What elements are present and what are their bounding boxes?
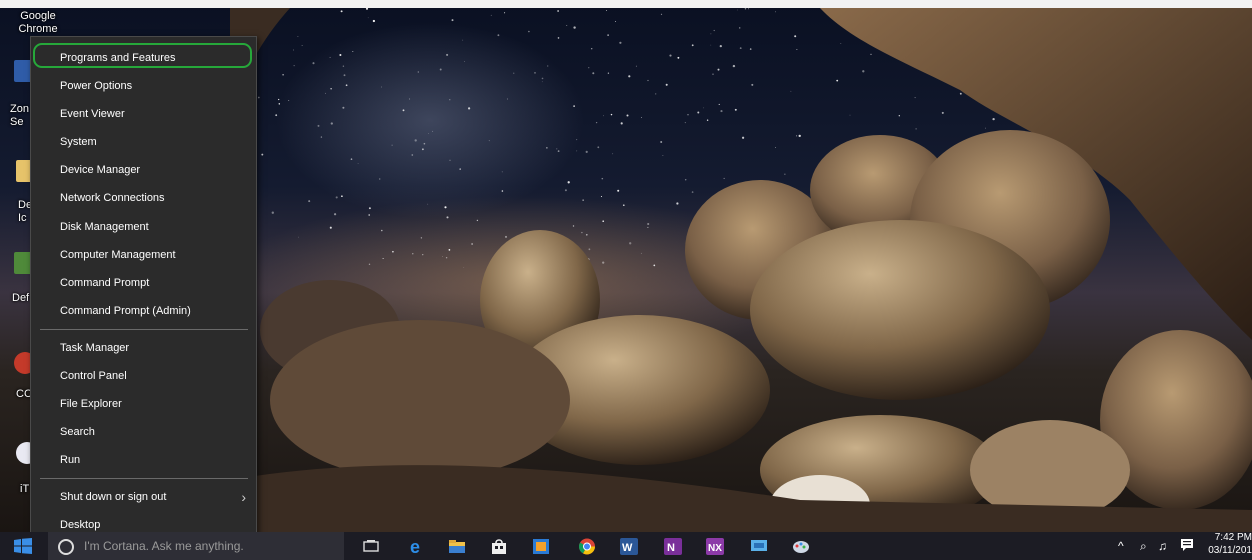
- desktop-icon-defender-label: Def: [12, 292, 30, 304]
- svg-text:N: N: [667, 542, 675, 554]
- chrome-icon[interactable]: [578, 538, 596, 555]
- file-explorer-icon[interactable]: [448, 538, 466, 555]
- menu-item-shut-down-or-sign-out[interactable]: Shut down or sign out ›: [31, 484, 256, 510]
- menu-item-command-prompt[interactable]: Command Prompt: [31, 270, 256, 296]
- chevron-right-icon: ›: [241, 489, 246, 505]
- action-center-icon[interactable]: [1180, 538, 1194, 552]
- menu-item-computer-management[interactable]: Computer Management: [31, 242, 256, 268]
- desktop-icon-zoner-label: Zon Se: [10, 103, 29, 128]
- tray-overflow-chevron-icon[interactable]: ^: [1118, 532, 1124, 560]
- menu-item-device-manager[interactable]: Device Manager: [31, 157, 256, 183]
- svg-text:NX: NX: [708, 543, 722, 554]
- media-player-icon[interactable]: [532, 538, 550, 555]
- volume-icon[interactable]: ♫: [1158, 532, 1167, 560]
- svg-text:W: W: [622, 542, 633, 554]
- task-view-icon[interactable]: [362, 538, 380, 555]
- svg-text:e: e: [410, 538, 420, 555]
- clock-date: 03/11/201: [1208, 545, 1252, 556]
- cortana-icon: [58, 539, 74, 555]
- taskbar-clock[interactable]: 7:42 PM 03/11/201: [1206, 531, 1252, 557]
- menu-separator: [40, 329, 248, 330]
- menu-item-network-connections[interactable]: Network Connections: [31, 185, 256, 211]
- clock-time: 7:42 PM: [1214, 532, 1252, 543]
- menu-item-file-explorer[interactable]: File Explorer: [31, 391, 256, 417]
- winx-quick-link-menu: Programs and Features Power Options Even…: [30, 36, 257, 547]
- menu-separator: [40, 478, 248, 479]
- onenote-icon[interactable]: N: [664, 538, 682, 555]
- window-top-border: [0, 0, 1252, 8]
- menu-item-disk-management[interactable]: Disk Management: [31, 214, 256, 240]
- store-icon[interactable]: [490, 538, 508, 555]
- windows-start-icon[interactable]: [14, 538, 32, 554]
- menu-item-programs-and-features[interactable]: Programs and Features: [31, 45, 256, 71]
- menu-item-command-prompt-admin[interactable]: Command Prompt (Admin): [31, 298, 256, 324]
- menu-item-control-panel[interactable]: Control Panel: [31, 363, 256, 389]
- desktop-icon-chrome-label[interactable]: Google Chrome: [14, 10, 62, 36]
- word-icon[interactable]: W: [620, 538, 638, 555]
- menu-item-run[interactable]: Run: [31, 447, 256, 473]
- menu-item-event-viewer[interactable]: Event Viewer: [31, 101, 256, 127]
- menu-item-search[interactable]: Search: [31, 419, 256, 445]
- menu-item-task-manager[interactable]: Task Manager: [31, 335, 256, 361]
- edge-icon[interactable]: e: [408, 538, 426, 555]
- onenote-x-icon[interactable]: NX: [706, 538, 724, 555]
- menu-item-system[interactable]: System: [31, 129, 256, 155]
- remote-desktop-icon[interactable]: [750, 538, 768, 555]
- paint-icon[interactable]: [792, 538, 810, 555]
- menu-item-power-options[interactable]: Power Options: [31, 73, 256, 99]
- network-icon[interactable]: ⌕: [1140, 532, 1147, 560]
- cortana-search-box[interactable]: I'm Cortana. Ask me anything.: [48, 532, 344, 560]
